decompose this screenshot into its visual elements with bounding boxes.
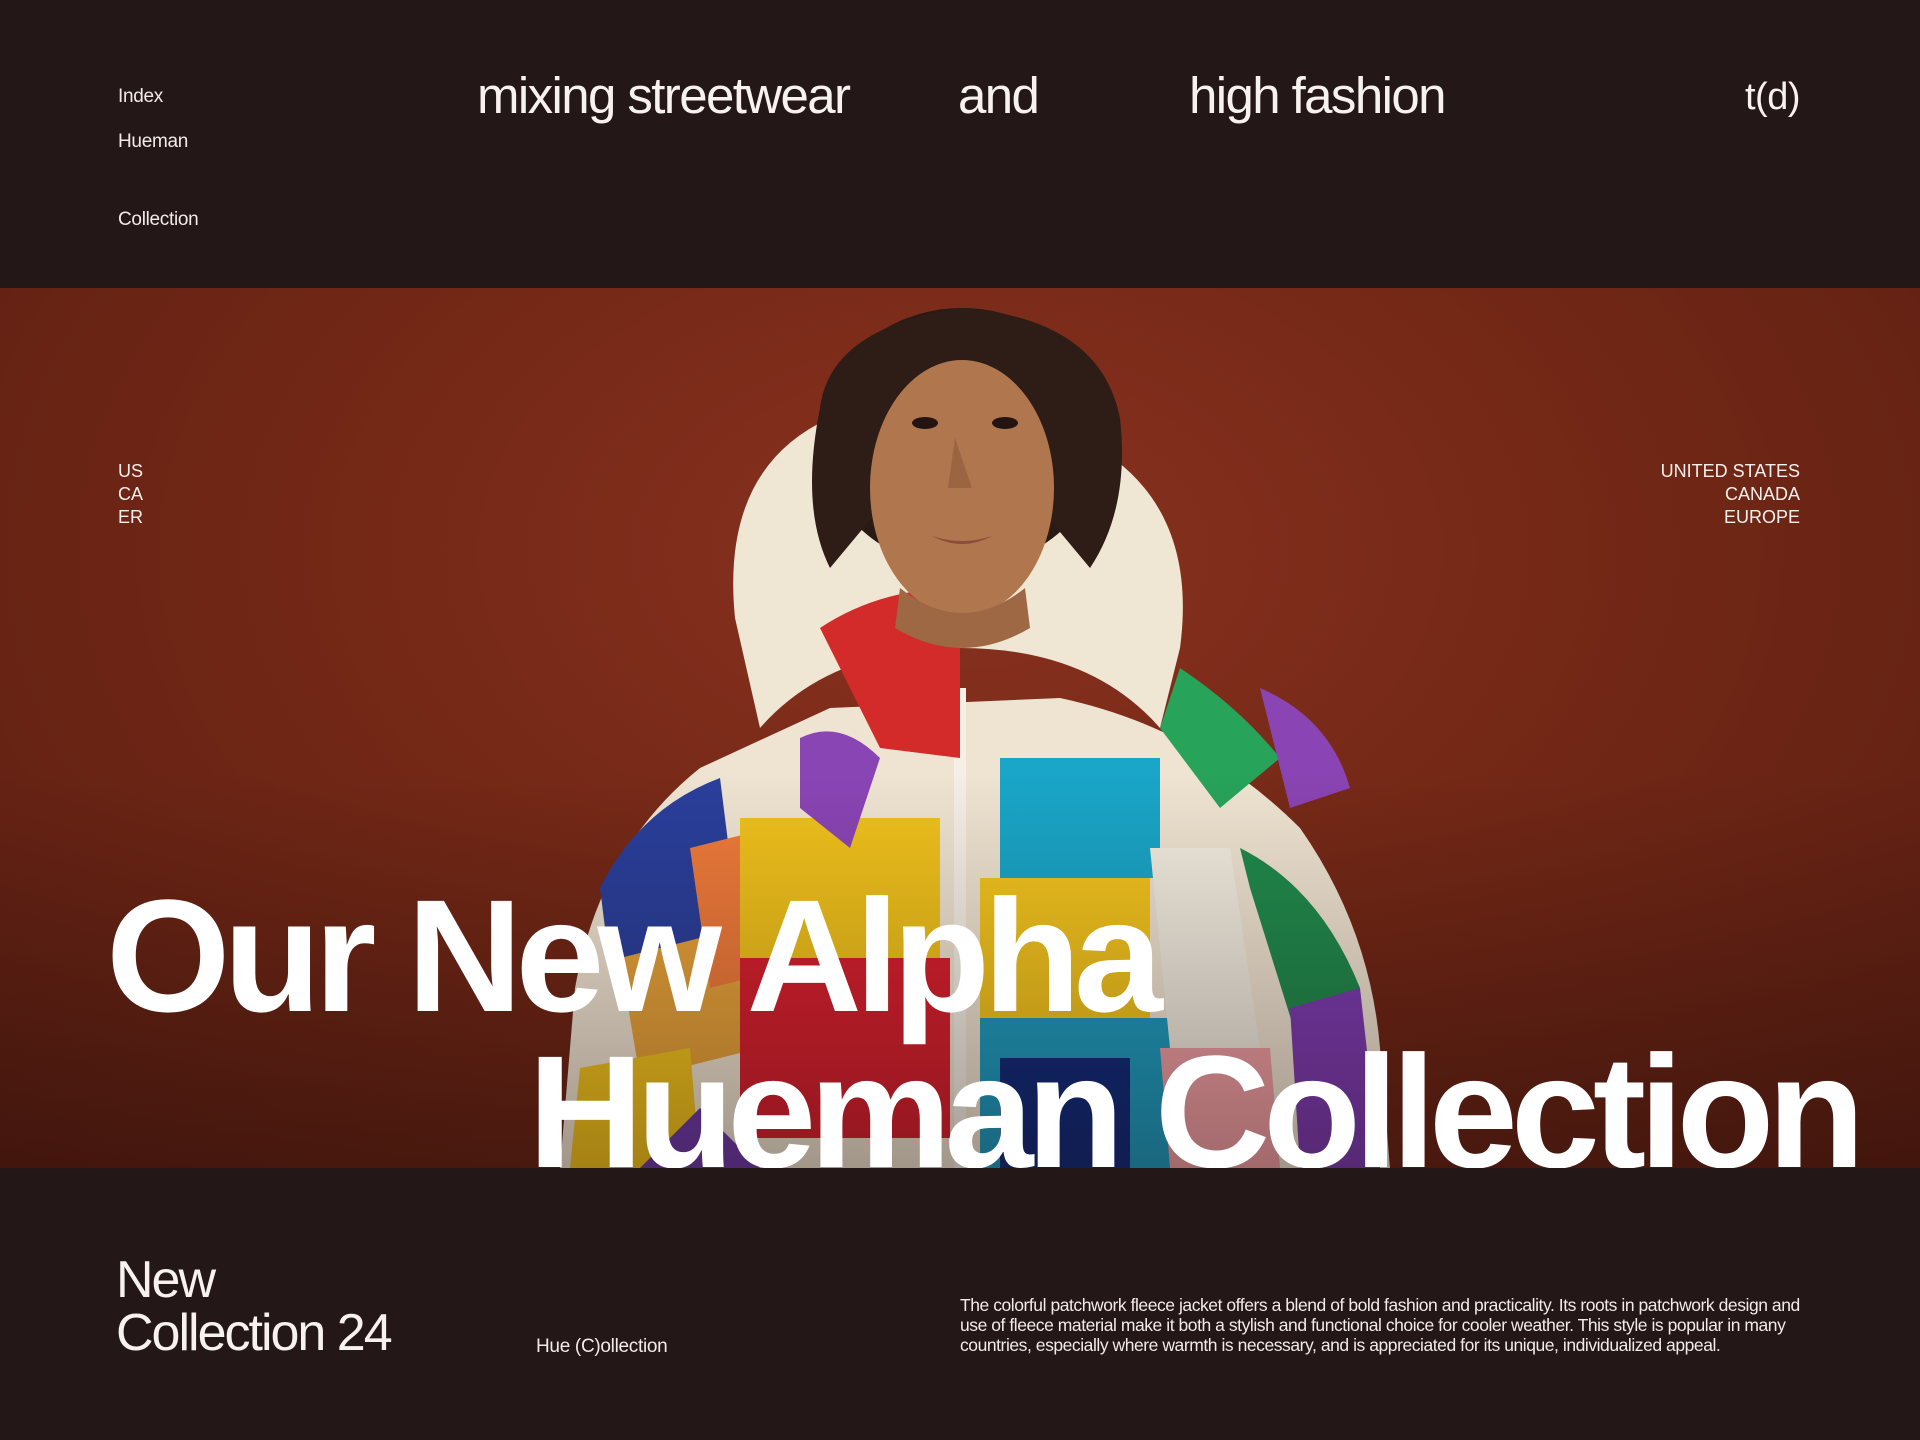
new-collection-title: New Collection 24 <box>116 1251 393 1362</box>
brand-logo[interactable]: t(d) <box>1745 76 1801 119</box>
product-description: The colorful patchwork fleece jacket off… <box>960 1295 1800 1355</box>
region-names: UNITED STATES CANADA EUROPE <box>1661 460 1800 529</box>
region-name-canada[interactable]: CANADA <box>1661 483 1800 506</box>
region-name-europe[interactable]: EUROPE <box>1661 506 1800 529</box>
hue-collection-label[interactable]: Hue (C)ollection <box>536 1336 668 1358</box>
new-collection-line-1: New <box>116 1251 216 1309</box>
tagline-word-mixing: mixing streetwear <box>477 67 851 124</box>
nav-link-index[interactable]: Index <box>118 86 163 108</box>
region-codes: US CA ER <box>118 460 143 529</box>
bottom-bar: New Collection 24 Hue (C)ollection The c… <box>0 1168 1920 1440</box>
hero-headline-line-2: Hueman Collection <box>528 1022 1865 1169</box>
new-collection-line-2: Collection 24 <box>116 1304 393 1362</box>
top-bar: Index Hueman Collection mixing streetwea… <box>0 0 1920 288</box>
hero-headline-line-1: Our New Alpha <box>106 866 1163 1045</box>
region-code-er[interactable]: ER <box>118 506 143 529</box>
tagline-word-and: and <box>958 67 1040 124</box>
nav-link-collection[interactable]: Collection <box>118 209 199 231</box>
hero-banner: US CA ER UNITED STATES CANADA EUROPE Our… <box>0 288 1920 1168</box>
region-code-us[interactable]: US <box>118 460 143 483</box>
region-code-ca[interactable]: CA <box>118 483 143 506</box>
tagline-word-high-fashion: high fashion <box>1189 67 1446 124</box>
nav-link-hueman[interactable]: Hueman <box>118 131 188 153</box>
region-name-united-states[interactable]: UNITED STATES <box>1661 460 1800 483</box>
